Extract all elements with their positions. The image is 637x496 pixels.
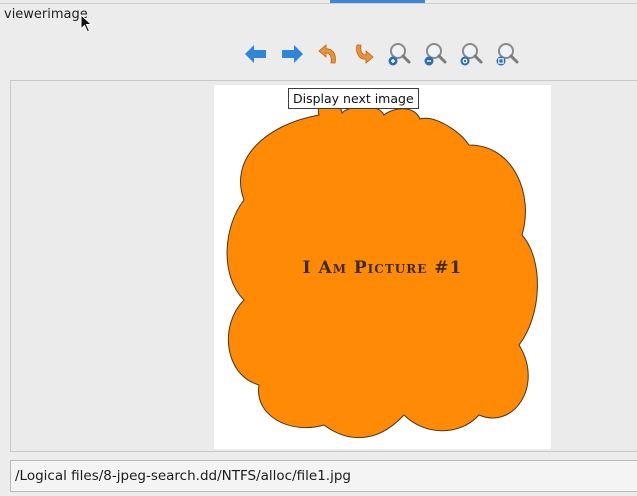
- mouse-cursor-icon: [80, 14, 93, 33]
- zoom-out-icon: [424, 43, 447, 66]
- zoom-fit-icon: [496, 43, 519, 66]
- zoom-reset-icon: [460, 43, 483, 66]
- zoom-in-button[interactable]: [385, 40, 413, 68]
- panel-title: viewerimage: [4, 7, 88, 22]
- tab-divider: [0, 3, 637, 4]
- picture-caption: I Am Picture #1: [302, 258, 463, 278]
- viewer-toolbar: [0, 40, 637, 68]
- file-path-field[interactable]: /Logical files/8-jpeg-search.dd/NTFS/all…: [10, 460, 637, 492]
- zoom-out-button[interactable]: [421, 40, 449, 68]
- rotate-left-button[interactable]: [314, 40, 342, 68]
- rotate-right-button[interactable]: [350, 40, 378, 68]
- zoom-fit-button[interactable]: [493, 40, 521, 68]
- image-canvas[interactable]: I Am Picture #1: [214, 85, 551, 449]
- arrow-right-icon: [282, 45, 303, 63]
- arrow-left-icon: [245, 45, 266, 63]
- next-image-tooltip: Display next image: [288, 88, 419, 109]
- rotate-left-icon: [318, 44, 336, 64]
- rotate-right-icon: [356, 44, 374, 64]
- zoom-reset-button[interactable]: [457, 40, 485, 68]
- previous-image-button[interactable]: [242, 40, 270, 68]
- next-image-button[interactable]: [278, 40, 306, 68]
- zoom-in-icon: [388, 43, 411, 66]
